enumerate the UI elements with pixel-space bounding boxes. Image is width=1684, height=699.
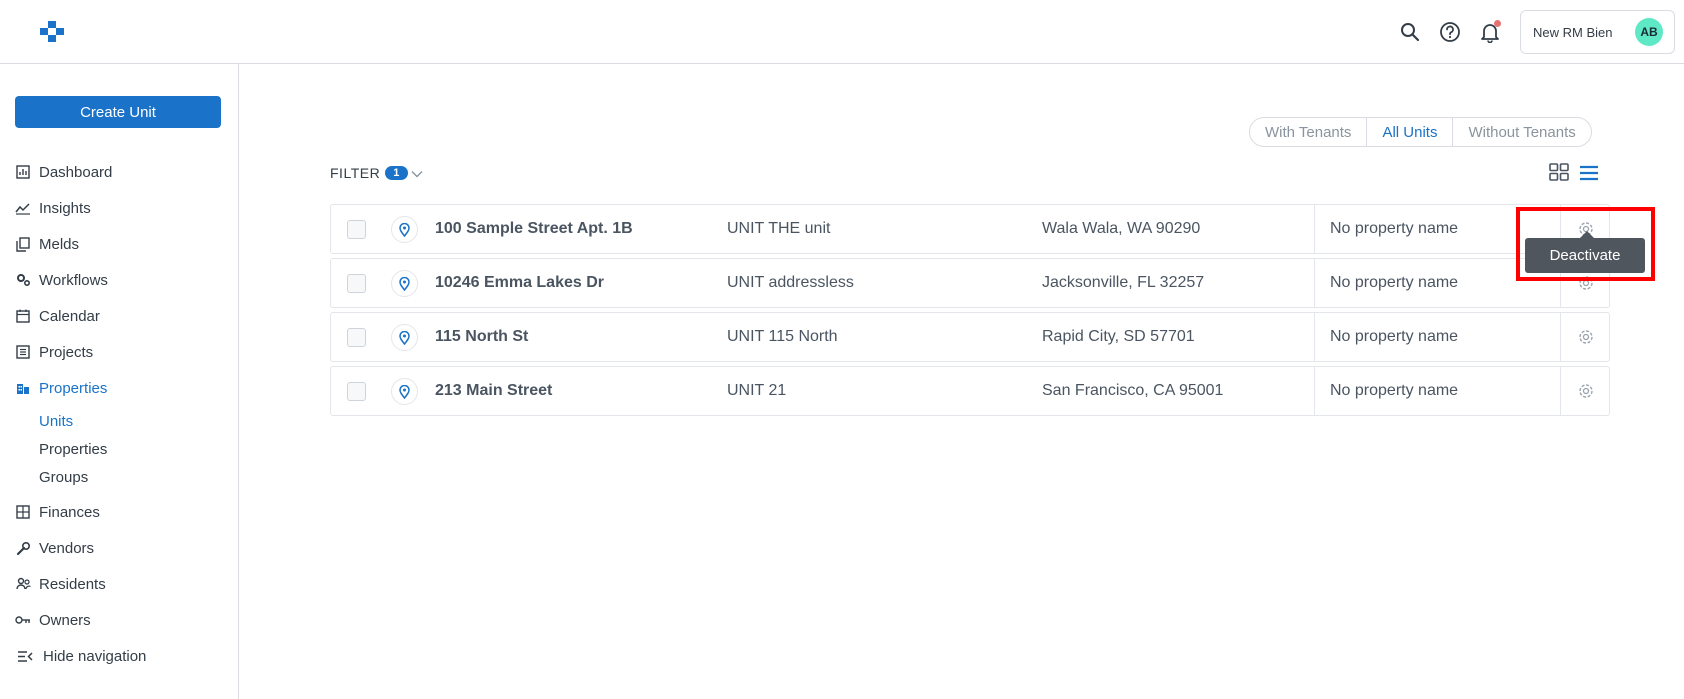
sidebar-item-label: Hide navigation (43, 647, 147, 665)
sidebar-item-vendors[interactable]: Vendors (15, 536, 94, 560)
sidebar-item-properties[interactable]: Properties (15, 376, 107, 400)
sidebar-item-label: Vendors (39, 539, 95, 557)
segment-without-tenants[interactable]: Without Tenants (1453, 118, 1590, 146)
sidebar-item-dashboard[interactable]: Dashboard (15, 160, 112, 184)
sidebar-item-label: Dashboard (39, 163, 113, 181)
sidebar-subitem-properties[interactable]: Properties (39, 440, 107, 460)
search-icon[interactable] (1398, 20, 1422, 44)
property-name: No property name (1330, 328, 1459, 345)
residents-icon (15, 576, 31, 592)
sidebar-item-residents[interactable]: Residents (15, 572, 106, 596)
row-checkbox[interactable] (347, 328, 366, 347)
sidebar: Create Unit Dashboard Insights Melds Wor… (0, 64, 239, 699)
bell-icon[interactable] (1478, 20, 1502, 44)
filter-count-badge: 1 (385, 166, 408, 180)
properties-icon (15, 380, 31, 396)
top-bar: New RM Bien AB (0, 0, 1684, 64)
user-menu[interactable]: New RM Bien AB (1520, 10, 1675, 54)
sidebar-item-label: Owners (39, 611, 91, 629)
sidebar-item-melds[interactable]: Melds (15, 232, 79, 256)
gear-icon[interactable] (1576, 327, 1596, 347)
help-icon[interactable] (1438, 20, 1462, 44)
unit-address[interactable]: 100 Sample Street Apt. 1B (435, 220, 633, 238)
location-pin-icon (391, 378, 418, 405)
location-pin-icon (391, 324, 418, 351)
sidebar-item-label: Projects (39, 343, 94, 361)
sidebar-item-projects[interactable]: Projects (15, 340, 93, 364)
column-divider (1314, 259, 1315, 307)
column-divider (1560, 313, 1561, 361)
unit-city: Rapid City, SD 57701 (1042, 328, 1195, 345)
sidebar-item-finances[interactable]: Finances (15, 500, 100, 524)
unit-name: UNIT THE unit (727, 220, 831, 237)
dashboard-icon (15, 164, 31, 180)
finances-icon (15, 504, 31, 520)
insights-icon (15, 200, 31, 216)
property-name: No property name (1330, 220, 1459, 237)
calendar-icon (15, 308, 31, 324)
unit-name: UNIT 21 (727, 382, 787, 399)
column-divider (1314, 205, 1315, 253)
gear-icon[interactable] (1576, 381, 1596, 401)
property-name: No property name (1330, 382, 1459, 399)
unit-address[interactable]: 115 North St (435, 328, 528, 346)
sidebar-item-insights[interactable]: Insights (15, 196, 91, 220)
avatar: AB (1635, 18, 1663, 46)
sidebar-item-label: Insights (39, 199, 91, 217)
workflows-icon (15, 272, 31, 288)
property-name: No property name (1330, 274, 1459, 291)
unit-name: UNIT 115 North (727, 328, 838, 345)
row-checkbox[interactable] (347, 220, 366, 239)
highlight-box (1516, 207, 1655, 281)
hide-nav-icon (15, 648, 35, 664)
chevron-down-icon (411, 165, 423, 181)
sidebar-item-label: Finances (39, 503, 100, 521)
sidebar-subitem-units[interactable]: Units (39, 412, 73, 432)
row-checkbox[interactable] (347, 382, 366, 401)
location-pin-icon (391, 270, 418, 297)
table-row[interactable]: 100 Sample Street Apt. 1B UNIT THE unit … (330, 204, 1610, 254)
list-view-icon[interactable] (1579, 165, 1599, 181)
sidebar-item-owners[interactable]: Owners (15, 608, 91, 632)
unit-name: UNIT addressless (727, 274, 854, 291)
sidebar-item-workflows[interactable]: Workflows (15, 268, 108, 292)
unit-address[interactable]: 213 Main Street (435, 382, 552, 400)
sidebar-item-label: Melds (39, 235, 80, 253)
logo-icon[interactable] (40, 21, 64, 43)
sidebar-item-label: Workflows (39, 271, 108, 289)
melds-icon (15, 236, 31, 252)
table-row[interactable]: 115 North St UNIT 115 North Rapid City, … (330, 312, 1610, 362)
table-row[interactable]: 10246 Emma Lakes Dr UNIT addressless Jac… (330, 258, 1610, 308)
sidebar-item-label: Calendar (39, 307, 100, 325)
sidebar-item-calendar[interactable]: Calendar (15, 304, 100, 328)
unit-city: Jacksonville, FL 32257 (1042, 274, 1205, 291)
owners-icon (15, 612, 31, 628)
unit-city: Wala Wala, WA 90290 (1042, 220, 1201, 237)
row-checkbox[interactable] (347, 274, 366, 293)
grid-view-icon[interactable] (1549, 163, 1569, 181)
column-divider (1314, 367, 1315, 415)
sidebar-subitem-groups[interactable]: Groups (39, 468, 88, 488)
sidebar-item-label: Residents (39, 575, 106, 593)
segment-with-tenants[interactable]: With Tenants (1250, 118, 1368, 146)
unit-address[interactable]: 10246 Emma Lakes Dr (435, 274, 604, 292)
column-divider (1314, 313, 1315, 361)
filter-label: FILTER (330, 165, 381, 181)
tenant-filter-toggle: With Tenants All Units Without Tenants (1249, 117, 1592, 147)
sidebar-item-label: Properties (39, 379, 108, 397)
filter-toggle[interactable]: FILTER 1 (330, 165, 423, 181)
column-divider (1560, 367, 1561, 415)
user-name: New RM Bien (1533, 24, 1613, 40)
sidebar-item-hide-navigation[interactable]: Hide navigation (15, 644, 146, 668)
create-unit-button[interactable]: Create Unit (15, 96, 221, 128)
location-pin-icon (391, 216, 418, 243)
units-table: 100 Sample Street Apt. 1B UNIT THE unit … (330, 204, 1610, 420)
vendors-icon (15, 540, 31, 556)
notification-dot (1494, 20, 1501, 27)
projects-icon (15, 344, 31, 360)
segment-all-units[interactable]: All Units (1367, 118, 1454, 146)
table-row[interactable]: 213 Main Street UNIT 21 San Francisco, C… (330, 366, 1610, 416)
unit-city: San Francisco, CA 95001 (1042, 382, 1224, 399)
